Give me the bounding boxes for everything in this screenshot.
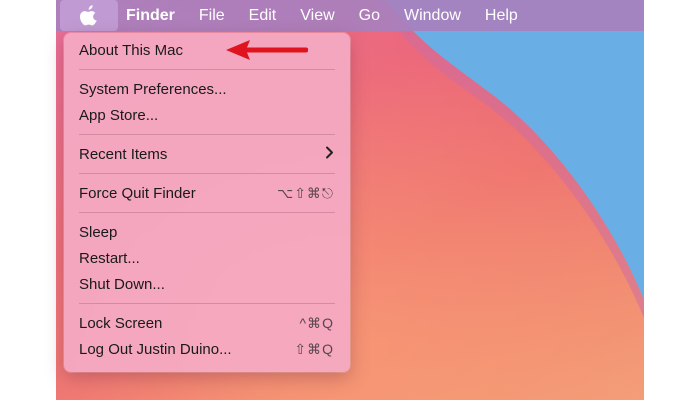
menu-separator bbox=[79, 212, 335, 213]
menubar-item-help[interactable]: Help bbox=[473, 0, 530, 31]
apple-menu-button[interactable] bbox=[60, 0, 118, 31]
menu-item-shut-down[interactable]: Shut Down... bbox=[64, 271, 350, 297]
chevron-right-icon bbox=[325, 146, 334, 163]
menu-item-app-store[interactable]: App Store... bbox=[64, 102, 350, 128]
menu-item-system-preferences[interactable]: System Preferences... bbox=[64, 76, 350, 102]
menu-item-recent-items[interactable]: Recent Items bbox=[64, 141, 350, 167]
menu-item-label: System Preferences... bbox=[79, 80, 227, 98]
annotation-arrow-icon bbox=[226, 40, 308, 60]
menubar-item-edit[interactable]: Edit bbox=[237, 0, 289, 31]
menu-item-label: Lock Screen bbox=[79, 314, 163, 332]
menu-item-label: Sleep bbox=[79, 223, 118, 241]
menu-item-label: About This Mac bbox=[79, 41, 183, 59]
menu-item-label: Force Quit Finder bbox=[79, 184, 196, 202]
menu-item-sleep[interactable]: Sleep bbox=[64, 219, 350, 245]
apple-menu-dropdown: About This Mac System Preferences... App… bbox=[64, 33, 350, 372]
menu-bar: Finder File Edit View Go Window Help bbox=[56, 0, 644, 31]
menu-item-restart[interactable]: Restart... bbox=[64, 245, 350, 271]
menu-item-log-out[interactable]: Log Out Justin Duino... ⇧⌘Q bbox=[64, 336, 350, 362]
menu-item-label: Shut Down... bbox=[79, 275, 165, 293]
menu-separator bbox=[79, 303, 335, 304]
menu-separator bbox=[79, 173, 335, 174]
menu-item-label: Recent Items bbox=[79, 145, 168, 163]
menubar-item-view[interactable]: View bbox=[288, 0, 346, 31]
apple-logo-icon bbox=[80, 5, 97, 26]
menu-separator bbox=[79, 69, 335, 70]
menu-item-label: App Store... bbox=[79, 106, 159, 124]
menu-separator bbox=[79, 134, 335, 135]
menu-item-force-quit[interactable]: Force Quit Finder ⌥⇧⌘⎋ bbox=[64, 180, 350, 206]
menu-item-lock-screen[interactable]: Lock Screen ^⌘Q bbox=[64, 310, 350, 336]
keyboard-shortcut: ^⌘Q bbox=[299, 314, 334, 331]
menubar-item-go[interactable]: Go bbox=[347, 0, 392, 31]
menu-item-label: Restart... bbox=[79, 249, 140, 267]
keyboard-shortcut: ⇧⌘Q bbox=[294, 340, 334, 357]
menu-item-label: Log Out Justin Duino... bbox=[79, 340, 232, 358]
menubar-item-window[interactable]: Window bbox=[392, 0, 473, 31]
menubar-item-file[interactable]: File bbox=[187, 0, 237, 31]
keyboard-shortcut: ⌥⇧⌘⎋ bbox=[277, 184, 334, 201]
menubar-item-finder[interactable]: Finder bbox=[118, 0, 187, 31]
